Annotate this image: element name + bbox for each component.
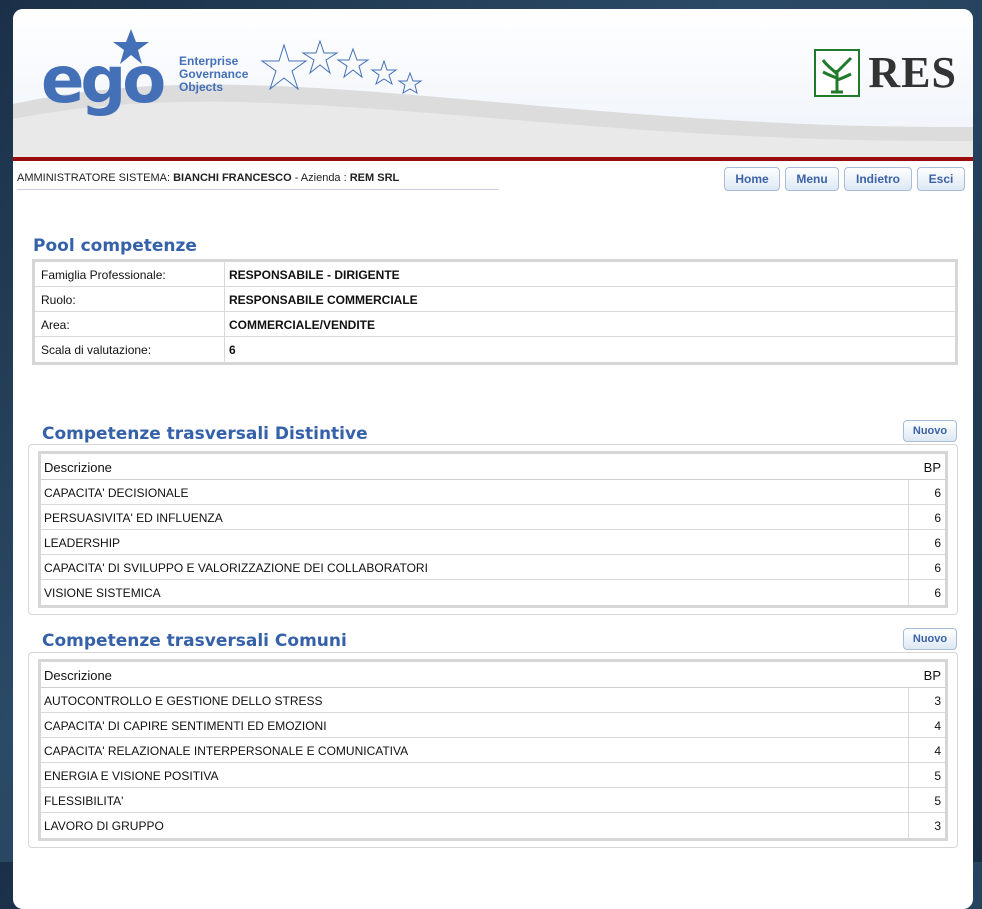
- distintive-table: Descrizione BP CAPACITA' DECISIONALE 6 P…: [38, 451, 948, 608]
- user-role: AMMINISTRATORE SISTEMA:: [17, 172, 170, 184]
- header: ego Enterprise Governance Objects RES: [13, 9, 973, 161]
- row-description: CAPACITA' DI SVILUPPO E VALORIZZAZIONE D…: [41, 555, 909, 579]
- pool-row: Ruolo: RESPONSABILE COMMERCIALE: [35, 287, 955, 312]
- comuni-table: Descrizione BP AUTOCONTROLLO E GESTIONE …: [38, 659, 948, 841]
- row-description: FLESSIBILITA': [41, 788, 909, 812]
- row-bp: 4: [934, 744, 941, 758]
- back-button[interactable]: Indietro: [844, 167, 912, 191]
- table-header: Descrizione BP: [41, 662, 945, 688]
- col-description-header[interactable]: Descrizione: [41, 662, 909, 687]
- pool-row: Scala di valutazione: 6: [35, 337, 955, 362]
- col-bp-header[interactable]: BP: [909, 662, 945, 687]
- row-description: LEADERSHIP: [41, 530, 909, 554]
- distintive-section: Descrizione BP CAPACITA' DECISIONALE 6 P…: [28, 444, 958, 615]
- distintive-title: Competenze trasversali Distintive: [42, 424, 368, 444]
- pool-label: Area:: [35, 312, 225, 336]
- pool-title: Pool competenze: [33, 236, 197, 256]
- pool-row: Area: COMMERCIALE/VENDITE: [35, 312, 955, 337]
- table-row[interactable]: CAPACITA' DI CAPIRE SENTIMENTI ED EMOZIO…: [41, 713, 945, 738]
- row-bp: 6: [934, 486, 941, 500]
- table-row[interactable]: ENERGIA E VISIONE POSITIVA 5: [41, 763, 945, 788]
- table-row[interactable]: CAPACITA' DECISIONALE 6: [41, 480, 945, 505]
- row-bp: 6: [934, 536, 941, 550]
- row-bp: 3: [934, 819, 941, 833]
- pool-label: Famiglia Professionale:: [35, 262, 225, 286]
- row-bp: 6: [934, 511, 941, 525]
- row-description: VISIONE SISTEMICA: [41, 580, 909, 605]
- col-bp-header[interactable]: BP: [909, 454, 945, 479]
- pool-value: RESPONSABILE - DIRIGENTE: [229, 268, 400, 282]
- comuni-section: Descrizione BP AUTOCONTROLLO E GESTIONE …: [28, 652, 958, 848]
- logo-star-icon: [113, 29, 149, 64]
- res-logo-text: RES: [868, 48, 957, 97]
- nav-buttons: Home Menu Indietro Esci: [724, 167, 965, 191]
- table-row[interactable]: CAPACITA' DI SVILUPPO E VALORIZZAZIONE D…: [41, 555, 945, 580]
- table-row[interactable]: AUTOCONTROLLO E GESTIONE DELLO STRESS 3: [41, 688, 945, 713]
- table-row[interactable]: PERSUASIVITA' ED INFLUENZA 6: [41, 505, 945, 530]
- comuni-new-button[interactable]: Nuovo: [903, 628, 957, 650]
- table-row[interactable]: CAPACITA' RELAZIONALE INTERPERSONALE E C…: [41, 738, 945, 763]
- res-logo: RES: [814, 47, 957, 98]
- company-name: REM SRL: [349, 172, 400, 184]
- row-bp: 3: [934, 694, 941, 708]
- home-button[interactable]: Home: [724, 167, 780, 191]
- page: ego Enterprise Governance Objects RES AM…: [13, 9, 973, 909]
- pool-info-table: Famiglia Professionale: RESPONSABILE - D…: [32, 259, 958, 365]
- row-bp: 6: [934, 586, 941, 600]
- col-description-header[interactable]: Descrizione: [41, 454, 909, 479]
- decorative-stars-icon: [260, 39, 423, 95]
- pool-value: RESPONSABILE COMMERCIALE: [229, 293, 418, 307]
- comuni-title: Competenze trasversali Comuni: [42, 631, 347, 651]
- row-bp: 5: [934, 794, 941, 808]
- row-description: CAPACITA' RELAZIONALE INTERPERSONALE E C…: [41, 738, 909, 762]
- table-row[interactable]: FLESSIBILITA' 5: [41, 788, 945, 813]
- pool-row: Famiglia Professionale: RESPONSABILE - D…: [35, 262, 955, 287]
- pool-label: Ruolo:: [35, 287, 225, 311]
- table-row[interactable]: LAVORO DI GRUPPO 3: [41, 813, 945, 838]
- menu-button[interactable]: Menu: [785, 167, 839, 191]
- row-bp: 4: [934, 719, 941, 733]
- user-name: BIANCHI FRANCESCO: [173, 172, 292, 184]
- distintive-new-button[interactable]: Nuovo: [903, 420, 957, 442]
- row-description: PERSUASIVITA' ED INFLUENZA: [41, 505, 909, 529]
- logo-tagline: Enterprise Governance Objects: [179, 54, 249, 94]
- row-description: AUTOCONTROLLO E GESTIONE DELLO STRESS: [41, 688, 909, 712]
- table-row[interactable]: LEADERSHIP 6: [41, 530, 945, 555]
- row-description: ENERGIA E VISIONE POSITIVA: [41, 763, 909, 787]
- tree-icon: [814, 48, 861, 97]
- pool-value: 6: [229, 343, 236, 357]
- pool-value: COMMERCIALE/VENDITE: [229, 318, 376, 332]
- user-info-bar: AMMINISTRATORE SISTEMA: BIANCHI FRANCESC…: [17, 171, 498, 190]
- row-bp: 6: [934, 561, 941, 575]
- row-description: LAVORO DI GRUPPO: [41, 813, 909, 838]
- row-description: CAPACITA' DECISIONALE: [41, 480, 909, 504]
- row-description: CAPACITA' DI CAPIRE SENTIMENTI ED EMOZIO…: [41, 713, 909, 737]
- exit-button[interactable]: Esci: [917, 167, 965, 191]
- table-header: Descrizione BP: [41, 454, 945, 480]
- table-row[interactable]: VISIONE SISTEMICA 6: [41, 580, 945, 605]
- row-bp: 5: [934, 769, 941, 783]
- company-label: - Azienda :: [294, 172, 347, 184]
- pool-label: Scala di valutazione:: [35, 337, 225, 362]
